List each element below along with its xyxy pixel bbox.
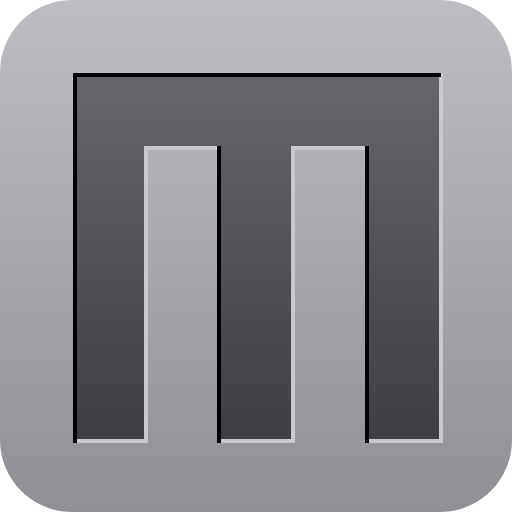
app-icon-tile[interactable] (0, 0, 512, 512)
m-letter-icon (73, 73, 443, 443)
m-glyph-body (73, 73, 441, 442)
